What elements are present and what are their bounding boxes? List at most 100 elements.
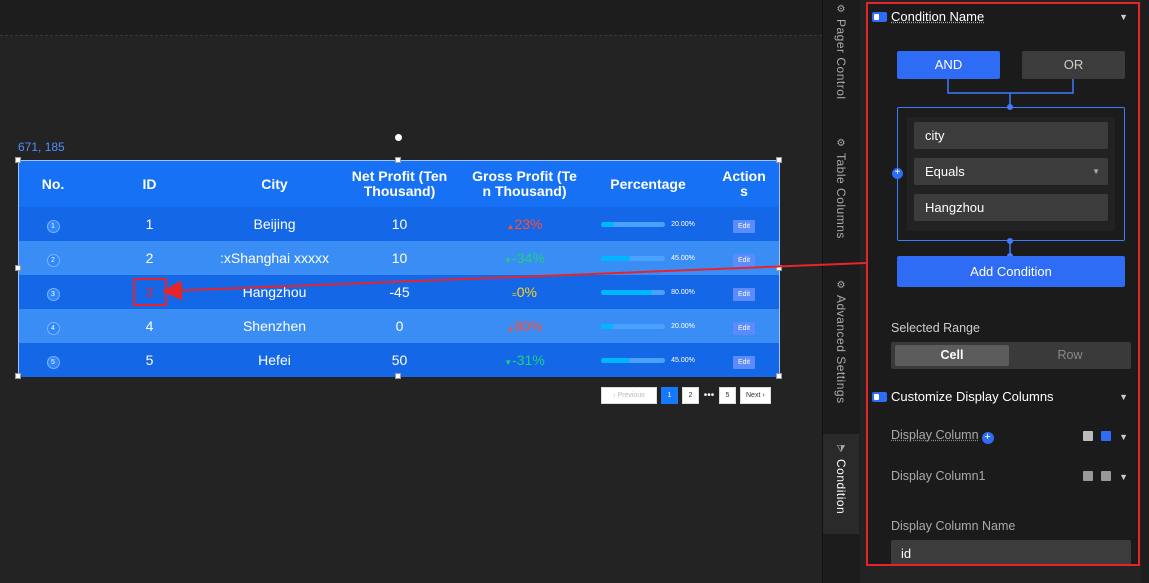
- gross-profit-text: -34%: [512, 250, 545, 266]
- cell-id[interactable]: 5: [87, 343, 212, 377]
- resize-handle-t[interactable]: [395, 157, 401, 163]
- table-row[interactable]: 5 5 Hefei 50 ▼-31% 45.00% Edit: [19, 343, 779, 377]
- progress-track: [601, 255, 666, 261]
- edit-button[interactable]: Edit: [732, 288, 756, 301]
- header-percentage[interactable]: Percentage: [587, 161, 709, 207]
- cell-gross-profit[interactable]: ▲23%: [462, 207, 587, 241]
- resize-handle-l[interactable]: [15, 265, 21, 271]
- vertical-tab-strip: ⚙ Pager Control ⚙ Table Columns ⚙ Advanc…: [822, 0, 860, 583]
- cell-id[interactable]: 2: [87, 241, 212, 275]
- cell-percentage[interactable]: 20.00%: [587, 207, 709, 241]
- toggle-icon[interactable]: [872, 391, 887, 402]
- cell-no[interactable]: 2: [19, 241, 87, 275]
- cell-city[interactable]: Hangzhou: [212, 275, 337, 309]
- tab-advanced-settings[interactable]: ⚙ Advanced Settings: [823, 280, 859, 420]
- percentage-label: 20.00%: [671, 322, 695, 330]
- header-gross-profit[interactable]: Gross Profit (Te n Thousand): [462, 161, 587, 207]
- condition-field-input[interactable]: city: [914, 122, 1108, 149]
- cell-net-profit[interactable]: 0: [337, 309, 462, 343]
- cell-no[interactable]: 1: [19, 207, 87, 241]
- data-table-component[interactable]: No. ID City Net Profit (Ten Thousand) Gro…: [18, 160, 780, 377]
- display-column-name-label: Display Column Name: [891, 519, 1016, 533]
- resize-handle-bl[interactable]: [15, 373, 21, 379]
- edit-button[interactable]: Edit: [732, 220, 756, 233]
- resize-handle-tl[interactable]: [15, 157, 21, 163]
- condition-operator-select[interactable]: Equals ▼: [914, 158, 1108, 185]
- add-condition-button[interactable]: Add Condition: [897, 256, 1125, 287]
- cell-gross-profit[interactable]: =0%: [462, 275, 587, 309]
- cell-percentage[interactable]: 45.00%: [587, 343, 709, 377]
- cell-city[interactable]: :xShanghai xxxxx: [212, 241, 337, 275]
- resize-handle-br[interactable]: [776, 373, 782, 379]
- cell-id[interactable]: 1: [87, 207, 212, 241]
- cell-net-profit[interactable]: 10: [337, 207, 462, 241]
- settings-sliders-icon: ⚙: [836, 280, 846, 291]
- caret-down-icon[interactable]: ▼: [1119, 432, 1128, 442]
- table-row[interactable]: 1 1 Beijing 10 ▲23% 20.00% Edit: [19, 207, 779, 241]
- cell-no[interactable]: 4: [19, 309, 87, 343]
- cell-city[interactable]: Beijing: [212, 207, 337, 241]
- coordinate-readout: 671, 185: [18, 140, 65, 154]
- range-row-option[interactable]: Row: [1013, 345, 1127, 366]
- display-column-name-input[interactable]: id: [891, 540, 1131, 564]
- panel-scrollbar[interactable]: [1141, 0, 1149, 583]
- expand-all-icon[interactable]: [1101, 431, 1111, 441]
- condition-value-input[interactable]: Hangzhou: [914, 194, 1108, 221]
- header-net-line2: Thousand): [363, 183, 436, 199]
- cell-no[interactable]: 5: [19, 343, 87, 377]
- tab-pager-control[interactable]: ⚙ Pager Control: [823, 4, 859, 124]
- cell-id[interactable]: 4: [87, 309, 212, 343]
- header-id[interactable]: ID: [87, 161, 212, 207]
- cell-city[interactable]: Shenzhen: [212, 309, 337, 343]
- pager-page-1[interactable]: 1: [661, 387, 678, 404]
- canvas-top-strip: [0, 0, 822, 36]
- edit-button[interactable]: Edit: [732, 356, 756, 369]
- caret-down-icon[interactable]: ▼: [1119, 392, 1128, 402]
- header-actions[interactable]: Action s: [709, 161, 779, 207]
- gross-profit-value: ▲80%: [507, 318, 543, 334]
- resize-handle-b[interactable]: [395, 373, 401, 379]
- table-row[interactable]: 2 2 :xShanghai xxxxx 10 ▼-34% 45.00% Edi…: [19, 241, 779, 275]
- resize-handle-tr[interactable]: [776, 157, 782, 163]
- pager-ellipsis[interactable]: •••: [703, 390, 715, 401]
- header-net-profit[interactable]: Net Profit (Ten Thousand): [337, 161, 462, 207]
- table-row[interactable]: 3 3 Hangzhou -45 =0% 80.00% Edit: [19, 275, 779, 309]
- tab-table-columns[interactable]: ⚙ Table Columns: [823, 138, 859, 268]
- copy-icon[interactable]: [1083, 471, 1093, 481]
- range-cell-option[interactable]: Cell: [895, 345, 1009, 366]
- table-row[interactable]: 4 4 Shenzhen 0 ▲80% 20.00% Edit: [19, 309, 779, 343]
- tab-condition[interactable]: ⧩ Condition: [823, 434, 859, 534]
- caret-down-icon[interactable]: ▼: [1119, 472, 1128, 482]
- pager-next-button[interactable]: Next ›: [740, 387, 771, 404]
- cell-percentage[interactable]: 20.00%: [587, 309, 709, 343]
- cell-gross-profit[interactable]: ▼-31%: [462, 343, 587, 377]
- cell-percentage[interactable]: 80.00%: [587, 275, 709, 309]
- add-branch-icon[interactable]: +: [892, 168, 903, 179]
- highlighted-id-cell[interactable]: 3: [132, 278, 167, 306]
- pager-page-2[interactable]: 2: [682, 387, 699, 404]
- header-no[interactable]: No.: [19, 161, 87, 207]
- cell-actions: Edit: [709, 207, 779, 241]
- cell-percentage[interactable]: 45.00%: [587, 241, 709, 275]
- progress-fill: [601, 289, 653, 295]
- edit-button[interactable]: Edit: [732, 254, 756, 267]
- cell-no[interactable]: 3: [19, 275, 87, 309]
- cell-id[interactable]: 3: [87, 275, 212, 309]
- edit-button[interactable]: Edit: [732, 322, 756, 335]
- header-city[interactable]: City: [212, 161, 337, 207]
- cell-net-profit[interactable]: 10: [337, 241, 462, 275]
- customize-columns-header[interactable]: Customize Display Columns: [872, 389, 1054, 404]
- add-column-icon[interactable]: +: [981, 432, 994, 444]
- rotate-handle[interactable]: [395, 134, 402, 141]
- cell-gross-profit[interactable]: ▲80%: [462, 309, 587, 343]
- cell-city[interactable]: Hefei: [212, 343, 337, 377]
- cell-net-profit[interactable]: -45: [337, 275, 462, 309]
- resize-handle-r[interactable]: [776, 265, 782, 271]
- cell-net-profit[interactable]: 50: [337, 343, 462, 377]
- cell-gross-profit[interactable]: ▼-34%: [462, 241, 587, 275]
- pager-previous-button[interactable]: ‹ Previous: [601, 387, 657, 404]
- trash-icon[interactable]: [1101, 471, 1111, 481]
- pager-page-5[interactable]: 5: [719, 387, 736, 404]
- design-canvas[interactable]: 671, 185 No. ID City Net Profit (Ten Thou…: [0, 0, 822, 583]
- collapse-all-icon[interactable]: [1083, 431, 1093, 441]
